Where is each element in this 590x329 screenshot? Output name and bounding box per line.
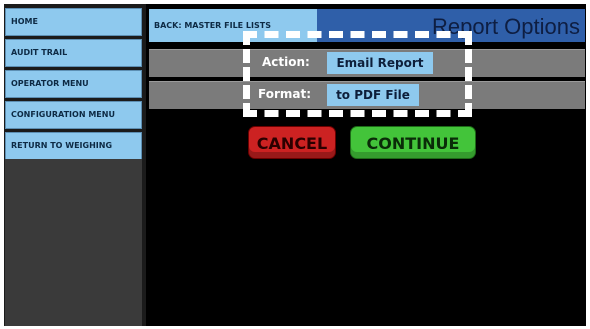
- sidebar-item-configuration-menu[interactable]: CONFIGURATION MENU: [5, 101, 142, 129]
- sidebar-item-home[interactable]: HOME: [5, 8, 142, 36]
- sidebar-item-return-to-weighing[interactable]: RETURN TO WEIGHING: [5, 132, 142, 160]
- highlight-dashed-box: [243, 31, 472, 117]
- sidebar-item-operator-menu[interactable]: OPERATOR MENU: [5, 70, 142, 98]
- sidebar-item-audit-trail[interactable]: AUDIT TRAIL: [5, 39, 142, 67]
- cancel-button[interactable]: CANCEL: [248, 126, 336, 159]
- continue-button[interactable]: CONTINUE: [350, 126, 476, 159]
- sidebar-empty-area: [5, 159, 142, 326]
